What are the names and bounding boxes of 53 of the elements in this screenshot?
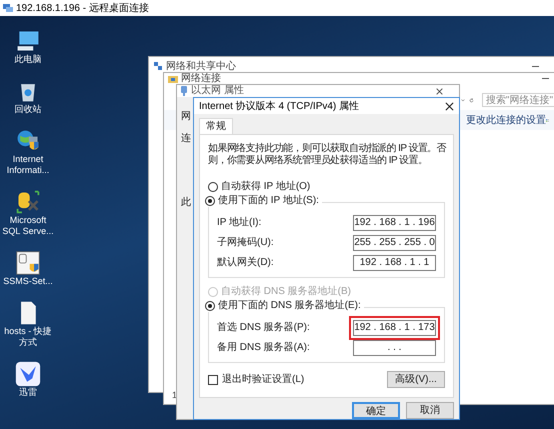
network-adapter-icon: [181, 86, 187, 96]
radio-label: 自动获得 DNS 服务器地址(B): [221, 286, 351, 298]
radio-label: 使用下面的 IP 地址(S):: [218, 195, 319, 207]
checkbox-label: 退出时验证设置(L): [222, 374, 304, 386]
desktop-icon-label[interactable]: hosts - 快捷方式: [0, 326, 56, 348]
status-text: 1: [172, 388, 178, 402]
database-tools-icon: [15, 189, 41, 215]
desktop-icon-label[interactable]: SSMS-Set...: [0, 276, 56, 287]
dropdown-icon[interactable]: [461, 96, 465, 104]
window-title: 以太网 属性: [191, 86, 244, 96]
desktop-icon-label[interactable]: 迅雷: [0, 387, 56, 398]
dialog-button[interactable]: 取消: [406, 402, 454, 419]
window-title: 192.168.1.196 - 远程桌面连接: [16, 2, 149, 16]
tab[interactable]: 常规: [199, 118, 233, 134]
dialog-button[interactable]: 确定: [352, 402, 400, 419]
ip-address-field[interactable]: 192 . 168 . 1 . 1: [353, 255, 436, 271]
close-icon[interactable]: [445, 102, 454, 110]
radio-label: 使用下面的 DNS 服务器地址(E):: [218, 300, 361, 312]
radio-button[interactable]: [205, 301, 215, 311]
section-label: 此: [181, 197, 191, 209]
dialog-title: Internet 协议版本 4 (TCP/IPv4) 属性: [199, 100, 360, 114]
radio-label: 自动获得 IP 地址(O): [221, 181, 310, 193]
ip-address-field[interactable]: 192 . 168 . 1 . 173: [349, 316, 440, 340]
field-label: 默认网关(D):: [217, 257, 274, 269]
checkbox[interactable]: [208, 374, 218, 384]
bird-app-icon: [15, 361, 41, 387]
close-icon[interactable]: [436, 88, 443, 94]
field-label: 首选 DNS 服务器(P):: [217, 322, 310, 334]
installer-icon: [15, 250, 41, 276]
ip-address-field[interactable]: . . .: [353, 340, 436, 356]
window-title: 网络连接: [181, 74, 221, 84]
toolbar-link[interactable]: 更改此连接的设置: [466, 112, 546, 128]
advanced-button[interactable]: 高级(V)...: [387, 371, 445, 388]
radio-button[interactable]: [208, 182, 218, 192]
ip-address-field[interactable]: 192 . 168 . 1 . 196: [353, 215, 436, 231]
desktop-icon-label[interactable]: Internet Informati...: [0, 154, 56, 176]
refresh-icon[interactable]: [468, 96, 474, 104]
radio-button[interactable]: [205, 196, 215, 206]
description-text: 如果网络支持此功能，则可以获取自动指派的 IP 设置。否则，你需要从网络系统管理员处获得适当的 IP 设置。: [208, 143, 448, 167]
window-title: 网络和共享中心: [166, 60, 236, 72]
tab[interactable]: 网: [181, 111, 191, 123]
remote-desktop-icon: [3, 3, 13, 13]
desktop-icon-label[interactable]: 回收站: [0, 104, 56, 115]
desktop-icon-label[interactable]: 此电脑: [0, 54, 56, 65]
section-label: 连: [181, 133, 191, 145]
search-field[interactable]: 搜索"网络连接": [482, 93, 554, 107]
field-label: 子网掩码(U):: [217, 237, 274, 249]
desktop-icon-label[interactable]: Microsoft SQL Serve...: [0, 215, 56, 237]
network-icon: [153, 61, 163, 71]
ip-address-field[interactable]: 255 . 255 . 255 . 0: [353, 235, 436, 251]
field-label: 备用 DNS 服务器(A):: [217, 342, 310, 354]
network-folder-icon: [168, 74, 178, 84]
field-label: IP 地址(I):: [217, 217, 262, 229]
